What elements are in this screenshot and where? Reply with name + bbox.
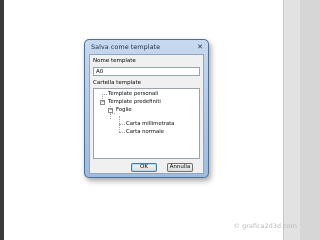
dialog-title: Salva come template: [91, 43, 161, 51]
dialog-body: Nome template Cartella template Template…: [89, 54, 204, 174]
template-folder-label: Cartella template: [93, 80, 142, 86]
tree-connector: [110, 113, 115, 114]
watermark: © grafica2d3d.com: [233, 222, 297, 230]
template-name-label: Nome template: [93, 58, 136, 64]
tree-item-carta-normale[interactable]: Carta normale: [126, 129, 164, 135]
tree-connector: [102, 94, 107, 95]
right-gutter: [284, 0, 300, 240]
cancel-button[interactable]: Annulla: [167, 163, 193, 172]
collapse-icon[interactable]: −: [100, 100, 105, 105]
template-name-input[interactable]: [93, 67, 200, 76]
tree-item-foglie[interactable]: Foglie: [116, 107, 132, 113]
tree-item-template-personali[interactable]: Template personali: [108, 91, 158, 97]
collapse-icon[interactable]: −: [108, 108, 113, 113]
ok-button[interactable]: OK: [131, 163, 157, 172]
save-template-dialog: Salva come template ✕ Nome template Cart…: [84, 39, 209, 178]
template-folder-tree[interactable]: Template personali − Template predefinit…: [93, 88, 200, 159]
tree-item-carta-millimetrata[interactable]: Carta millimetrata: [126, 121, 174, 127]
tree-item-template-predefiniti[interactable]: Template predefiniti: [108, 99, 161, 105]
tree-connector: [119, 132, 125, 133]
dialog-titlebar[interactable]: Salva come template ✕: [85, 40, 208, 54]
close-icon[interactable]: ✕: [196, 43, 204, 51]
tree-connector: [119, 124, 125, 125]
